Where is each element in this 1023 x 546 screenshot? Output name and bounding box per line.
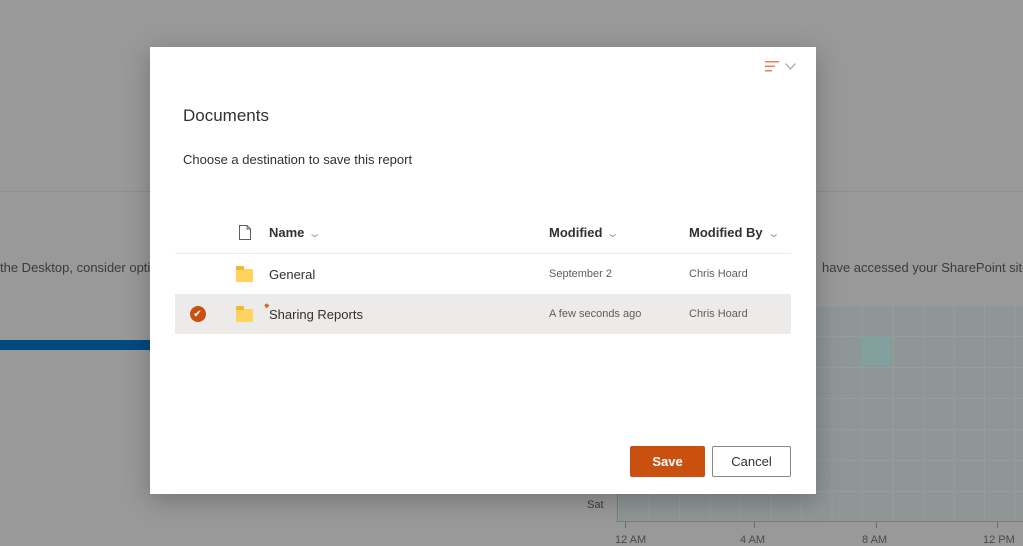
item-name[interactable]: General <box>269 267 549 282</box>
background-text: the Desktop, consider opti <box>0 260 151 275</box>
item-modified: A few seconds ago <box>549 308 642 320</box>
item-modified: September 2 <box>549 268 612 280</box>
dialog-title: Documents <box>183 106 269 125</box>
tick <box>625 522 626 528</box>
chevron-down-icon: ⌄ <box>308 228 322 240</box>
view-switcher[interactable] <box>765 61 796 72</box>
chevron-down-icon <box>785 63 796 70</box>
chevron-down-icon: ⌄ <box>766 228 781 240</box>
tick-label: 8 AM <box>862 534 888 546</box>
column-label: Modified <box>549 225 603 240</box>
background-text: have accessed your SharePoint site <box>822 260 1023 275</box>
item-modified-by: Chris Hoard <box>689 268 748 280</box>
modified-by-column-header[interactable]: Modified By ⌄ <box>689 225 791 240</box>
save-button[interactable]: Save <box>630 446 705 477</box>
tick <box>997 522 998 528</box>
modified-column-header[interactable]: Modified ⌄ <box>549 225 689 240</box>
file-type-column-header[interactable] <box>220 225 269 240</box>
view-list-icon <box>765 61 779 72</box>
save-destination-dialog: Documents Choose a destination to save t… <box>150 47 816 494</box>
progress-bar <box>0 340 150 350</box>
list-header: Name ⌄ Modified ⌄ Modified By ⌄ <box>175 212 791 254</box>
heatmap-row-label: Sat <box>587 499 604 511</box>
tick <box>876 522 877 528</box>
column-label: Name <box>269 225 305 240</box>
heatmap-cell <box>861 336 891 366</box>
item-name[interactable]: Sharing Reports <box>269 307 363 322</box>
folder-list: Name ⌄ Modified ⌄ Modified By ⌄ General Sep… <box>175 212 791 334</box>
list-item[interactable]: General September 2 Chris Hoard <box>175 254 791 294</box>
tick-label: 12 AM <box>615 534 647 546</box>
document-icon <box>238 225 251 240</box>
folder-icon <box>236 266 253 282</box>
item-modified-by: Chris Hoard <box>689 308 748 320</box>
folder-icon <box>236 306 253 322</box>
tick <box>754 522 755 528</box>
column-label: Modified By <box>689 225 763 240</box>
tick-label: 4 AM <box>740 534 766 546</box>
cancel-button[interactable]: Cancel <box>712 446 791 477</box>
name-column-header[interactable]: Name ⌄ <box>269 225 549 240</box>
tick-label: 12 PM <box>983 534 1015 546</box>
list-item[interactable]: ✔ ⁕ Sharing Reports A few seconds ago Chr… <box>175 294 791 334</box>
checkmark-circle-icon[interactable]: ✔ <box>189 306 206 322</box>
new-item-icon: ⁕ <box>263 300 271 311</box>
dialog-subtitle: Choose a destination to save this report <box>183 152 413 167</box>
chevron-down-icon: ⌄ <box>606 228 620 240</box>
